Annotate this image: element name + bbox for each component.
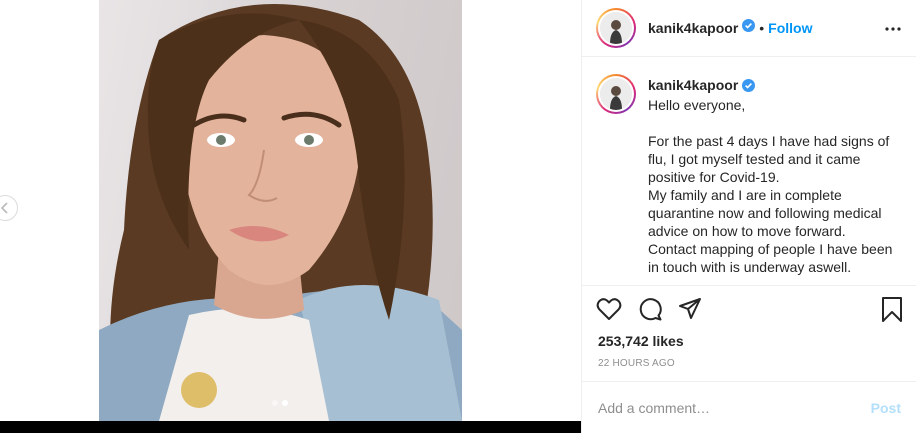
avatar-image [600, 78, 632, 110]
action-bar: 253,742 likes 22 HOURS AGO [582, 285, 916, 381]
verified-badge-icon [742, 19, 756, 37]
post-comment-button[interactable]: Post [871, 400, 901, 416]
header-username[interactable]: kanik4kapoor [648, 20, 738, 36]
heart-icon[interactable] [596, 297, 622, 326]
slide-indicator [272, 400, 288, 406]
slide-dot [272, 400, 278, 406]
bookmark-icon[interactable] [881, 297, 903, 328]
caption-section: kanik4kapoor Hello everyone, For the pas… [582, 58, 916, 285]
caption-username[interactable]: kanik4kapoor [648, 76, 898, 96]
caption: kanik4kapoor Hello everyone, For the pas… [648, 74, 898, 285]
post-photo[interactable] [99, 0, 462, 421]
caption-avatar[interactable] [596, 74, 636, 114]
post-timestamp: 22 HOURS AGO [598, 358, 675, 369]
photo-illustration [99, 4, 462, 421]
chevron-left-icon [0, 202, 8, 214]
media-bottom-bar [0, 421, 581, 433]
media-viewer [0, 0, 581, 433]
avatar-image [600, 12, 632, 44]
verified-badge-icon [742, 78, 756, 96]
comment-input[interactable] [598, 399, 871, 416]
more-options-icon[interactable] [885, 18, 901, 36]
comment-bar: Post [582, 381, 916, 433]
share-icon[interactable] [678, 297, 702, 326]
caption-username-text[interactable]: kanik4kapoor [648, 77, 738, 93]
previous-slide-button[interactable] [0, 195, 18, 221]
likes-count[interactable]: 253,742 likes [598, 333, 684, 349]
post-details-panel: kanik4kapoor • Follow kanik4kapoor Hello… [581, 0, 916, 433]
follow-button[interactable]: Follow [768, 20, 812, 36]
avatar[interactable] [596, 8, 636, 48]
slide-dot-active [282, 400, 288, 406]
comment-icon[interactable] [638, 297, 662, 326]
post-header: kanik4kapoor • Follow [582, 0, 916, 57]
separator-dot: • [759, 20, 765, 36]
caption-body: Hello everyone, For the past 4 days I ha… [648, 97, 893, 275]
